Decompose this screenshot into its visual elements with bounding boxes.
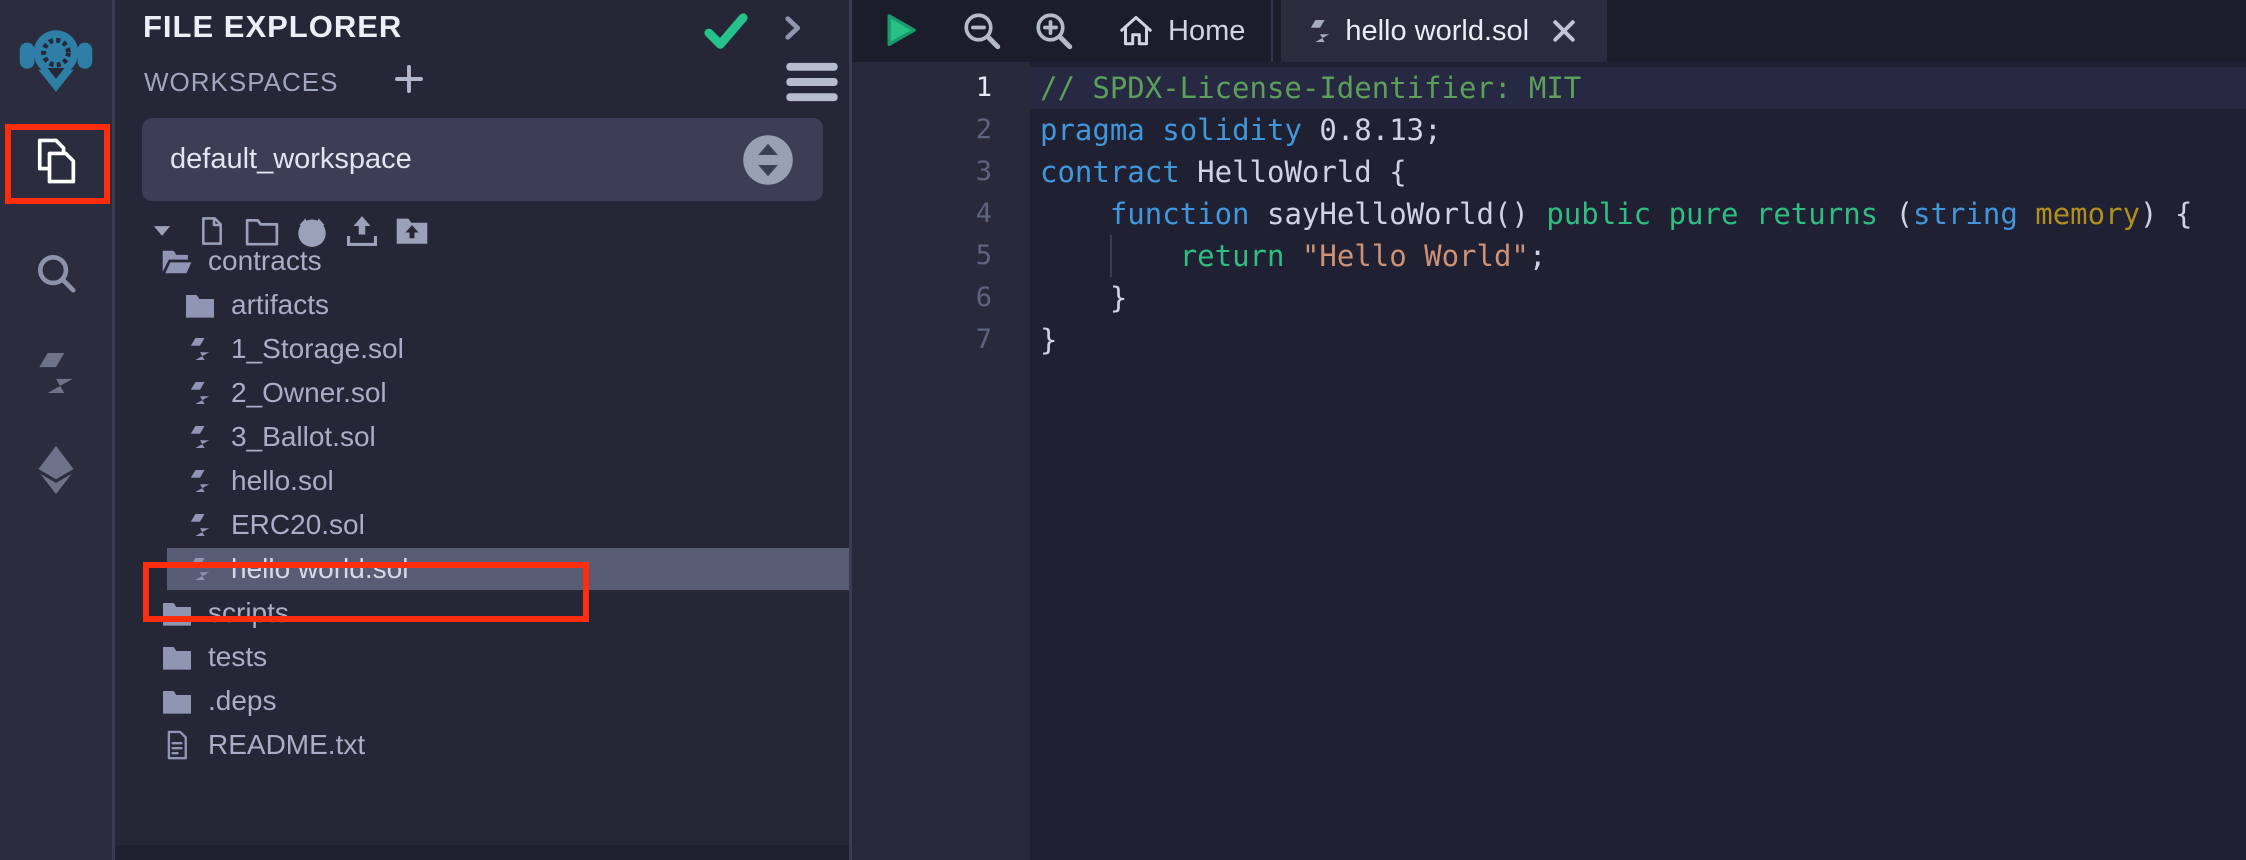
sol-file-icon [183,420,217,454]
line-number: 3 [852,151,1030,193]
indent-guide [1110,235,1112,277]
code-line: // SPDX-License-Identifier: MIT [1030,67,2246,109]
tab-label: Home [1168,15,1245,48]
zoom-in-icon [1033,10,1075,52]
line-number: 1 [852,67,1030,109]
tab-label: hello world.sol [1345,15,1529,48]
sol-file-icon [183,332,217,366]
add-workspace-button[interactable] [391,61,427,102]
workspace-name: default_workspace [170,143,412,176]
editor-body: 1234567 // SPDX-License-Identifier: MITp… [852,62,2246,860]
tree-item-1-storage-sol[interactable]: 1_Storage.sol [115,327,849,371]
check-icon [703,12,749,57]
tab-home[interactable]: Home [1092,0,1271,62]
code-line: return "Hello World"; [1030,235,2246,277]
tree-item-label: scripts [208,597,289,629]
line-number-gutter: 1234567 [852,62,1030,860]
panel-bottom-strip [115,845,849,860]
folder-icon [183,288,217,322]
line-number: 4 [852,193,1030,235]
zoom-in-button[interactable] [1026,3,1082,59]
line-number: 7 [852,319,1030,361]
workspace-sort-icon[interactable] [741,133,795,187]
tree-item-label: artifacts [231,289,329,321]
rail-item-file-explorer[interactable] [0,120,112,202]
chevron-right-icon[interactable] [775,11,809,50]
zoom-out-icon [961,10,1003,52]
tree-item-2-owner-sol[interactable]: 2_Owner.sol [115,371,849,415]
sol-file-icon [183,552,217,586]
icon-rail [0,0,115,860]
sol-file-icon [183,508,217,542]
code-line: } [1030,319,2246,361]
tree-item-label: ERC20.sol [231,509,365,541]
code-line: pragma solidity 0.8.13; [1030,109,2246,151]
solidity-compiler-icon [36,350,76,396]
tree-item-tests[interactable]: tests [115,635,849,679]
tree-item-label: 3_Ballot.sol [231,421,376,453]
folder-open-icon [160,244,194,278]
zoom-out-button[interactable] [954,3,1010,59]
remix-ide-window: FILE EXPLORER WORKSPACES default_workspa… [0,0,2246,860]
tree-item-erc20-sol[interactable]: ERC20.sol [115,503,849,547]
code-area[interactable]: // SPDX-License-Identifier: MITpragma so… [1030,62,2246,860]
workspace-select[interactable]: default_workspace [142,118,823,201]
code-line: contract HelloWorld { [1030,151,2246,193]
tree-item-hello-world-sol[interactable]: hello world.sol [115,547,849,591]
tree-item-label: README.txt [208,729,365,761]
tree-item-label: tests [208,641,267,673]
workspace-menu-icon[interactable] [783,61,841,108]
tab-hello-world-sol[interactable]: hello world.sol [1281,0,1607,62]
tree-item-label: hello.sol [231,465,334,497]
code-line: function sayHelloWorld() public pure ret… [1030,193,2246,235]
tree-item-hello-sol[interactable]: hello.sol [115,459,849,503]
close-icon[interactable] [1549,16,1579,46]
line-number: 6 [852,277,1030,319]
deploy-and-run-icon [33,445,79,495]
tab-bar: Home hello world.sol [852,0,2246,62]
file-explorer-icon [30,135,82,187]
sol-file-icon [183,376,217,410]
home-icon [1118,13,1154,49]
play-icon [880,11,920,51]
tree-item-artifacts[interactable]: artifacts [115,283,849,327]
tree-item-label: contracts [208,245,322,277]
folder-icon [160,640,194,674]
code-line: } [1030,277,2246,319]
run-script-button[interactable] [872,3,928,59]
remix-logo[interactable] [0,0,112,115]
tree-item-deps[interactable]: .deps [115,679,849,723]
editor-area: Home hello world.sol 1234567 // SPDX-Lice… [849,0,2246,860]
tree-item-readme-txt[interactable]: README.txt [115,723,849,767]
tree-item-3-ballot-sol[interactable]: 3_Ballot.sol [115,415,849,459]
line-number: 2 [852,109,1030,151]
tree-item-label: 1_Storage.sol [231,333,404,365]
rail-item-search[interactable] [0,232,112,314]
sol-file-icon [183,464,217,498]
folder-icon [160,684,194,718]
text-file-icon [160,728,194,762]
tree-item-contracts[interactable]: contracts [115,239,849,283]
panel-title: FILE EXPLORER [143,9,402,45]
file-explorer-panel: FILE EXPLORER WORKSPACES default_workspa… [115,0,849,860]
line-number: 5 [852,235,1030,277]
rail-item-deploy-and-run[interactable] [0,429,112,511]
file-tree: contracts artifacts 1_Storage.sol 2_Owner.s… [115,239,849,767]
tree-item-label: hello world.sol [231,553,408,585]
tree-item-scripts[interactable]: scripts [115,591,849,635]
rail-item-solidity-compiler[interactable] [0,332,112,414]
tree-item-label: .deps [208,685,277,717]
tab-separator [1271,0,1273,62]
tree-item-label: 2_Owner.sol [231,377,387,409]
folder-icon [160,596,194,630]
search-icon [33,250,79,296]
sol-file-icon [1309,17,1331,45]
workspaces-label: WORKSPACES [144,67,338,98]
